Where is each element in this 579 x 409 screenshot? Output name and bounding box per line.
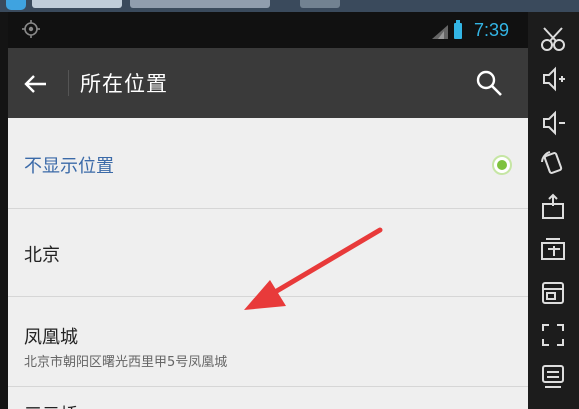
action-bar-divider xyxy=(68,70,69,96)
list-item-title: 三元桥 xyxy=(24,401,78,409)
battery-icon xyxy=(454,20,462,39)
signal-icon xyxy=(432,25,448,39)
location-status-icon xyxy=(22,20,40,38)
location-list: 不显示位置 北京 凤凰城 北京市朝阳区曙光西里甲5号凤凰城 xyxy=(8,118,528,387)
selected-radio-icon[interactable] xyxy=(492,155,512,175)
list-item-title: 北京 xyxy=(24,245,60,266)
emulator-toolbar xyxy=(528,12,579,409)
list-item-hide-location[interactable]: 不显示位置 xyxy=(8,118,528,209)
emulator-title-bar xyxy=(0,0,579,12)
apk-install-icon[interactable] xyxy=(538,192,568,222)
list-item-fenghuangcheng[interactable]: 凤凰城 北京市朝阳区曙光西里甲5号凤凰城 xyxy=(8,297,528,387)
keyboard-icon[interactable] xyxy=(538,362,568,392)
status-bar: 7:39 xyxy=(8,12,528,48)
emulator-title-text-3 xyxy=(300,0,340,8)
list-item-address: 北京市朝阳区曙光西里甲5号凤凰城 xyxy=(24,355,228,370)
list-item-title: 凤凰城 xyxy=(24,327,78,348)
action-bar: 所在位置 xyxy=(8,48,528,118)
list-item-beijing[interactable]: 北京 xyxy=(8,209,528,297)
volume-down-icon[interactable] xyxy=(538,108,568,138)
page-title: 所在位置 xyxy=(80,72,168,96)
scissors-icon[interactable] xyxy=(538,24,568,54)
volume-up-icon[interactable] xyxy=(538,64,568,94)
fullscreen-icon[interactable] xyxy=(538,320,568,350)
emulator-logo-icon xyxy=(6,0,26,10)
window-icon[interactable] xyxy=(538,278,568,308)
back-arrow-icon[interactable] xyxy=(22,70,50,98)
emulator-title-text xyxy=(32,0,122,8)
status-time: 7:39 xyxy=(474,20,510,40)
emulator-left-border xyxy=(0,12,8,409)
list-item-sanyuanqiao[interactable]: 三元桥 xyxy=(8,404,528,409)
shared-folder-icon[interactable] xyxy=(538,234,568,264)
rotate-icon[interactable] xyxy=(538,148,568,178)
emulator-title-text-2 xyxy=(130,0,270,8)
search-icon[interactable] xyxy=(474,68,504,98)
list-item-title: 不显示位置 xyxy=(24,156,114,177)
phone-screen: 7:39 所在位置 不显示位置 北京 凤凰城 北京市朝阳区曙光西里甲5号凤凰城 … xyxy=(8,12,528,409)
